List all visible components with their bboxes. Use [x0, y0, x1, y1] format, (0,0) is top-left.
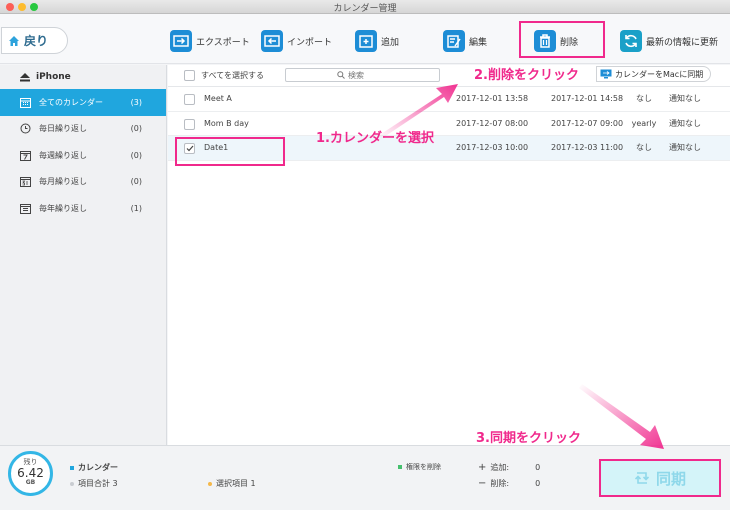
annotation-step1: 1.カレンダーを選択	[316, 131, 434, 146]
annotation-step3: 3.同期をクリック	[476, 431, 581, 446]
arrow-to-sync	[579, 384, 664, 449]
annotation-arrows	[378, 84, 664, 449]
app-window: カレンダー管理 戻り エクスポート インポート 追加 編集 削除 最新の情報に更…	[0, 0, 730, 510]
annotation-step2: 2.削除をクリック	[474, 68, 579, 83]
